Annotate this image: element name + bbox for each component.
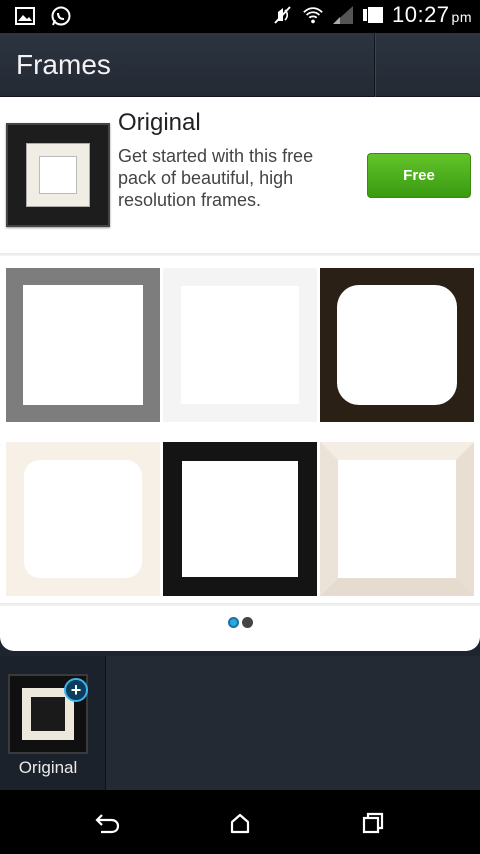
dark-wood-rounded-frame[interactable] (320, 268, 474, 422)
home-icon[interactable] (225, 808, 255, 838)
owned-packs-tray: + Original (0, 656, 480, 790)
clock: 10:27 pm (391, 2, 472, 27)
pack-header: Original Get started with this free pack… (0, 97, 480, 255)
recent-apps-icon[interactable] (358, 808, 388, 838)
divider (0, 253, 480, 256)
divider (0, 603, 480, 606)
black-square-frame[interactable] (163, 442, 317, 596)
page-dot[interactable] (241, 617, 253, 628)
mute-icon (272, 4, 294, 26)
status-bar: 10:27 pm (0, 0, 480, 33)
frame-pack-card: Original Get started with this free pack… (0, 97, 480, 651)
signal-icon (332, 4, 354, 26)
gray-square-frame[interactable] (6, 268, 160, 422)
action-bar-divider (374, 33, 375, 97)
free-button[interactable]: Free (367, 153, 471, 198)
pack-description: Get started with this free pack of beaut… (118, 146, 314, 210)
action-bar: Frames (0, 33, 480, 97)
plus-icon[interactable]: + (64, 678, 88, 702)
owned-pack-label: Original (18, 758, 78, 777)
screen: 10:27 pm Frames Original Get started with… (0, 0, 480, 854)
page-indicator (0, 617, 480, 631)
page-title: Frames (16, 49, 111, 80)
pack-thumbnail[interactable] (6, 123, 110, 227)
page-dot-active[interactable] (227, 617, 239, 628)
back-icon[interactable] (92, 808, 122, 838)
wifi-icon (302, 4, 324, 26)
whatsapp-icon (50, 5, 72, 27)
cream-rounded-frame[interactable] (6, 442, 160, 596)
beveled-cream-frame[interactable] (320, 442, 474, 596)
image-notification-icon (14, 5, 36, 27)
white-square-frame[interactable] (163, 268, 317, 422)
pack-title: Original (118, 109, 201, 136)
owned-pack-slot[interactable]: + Original (0, 656, 106, 790)
battery-icon (362, 4, 384, 26)
navigation-bar (0, 790, 480, 854)
